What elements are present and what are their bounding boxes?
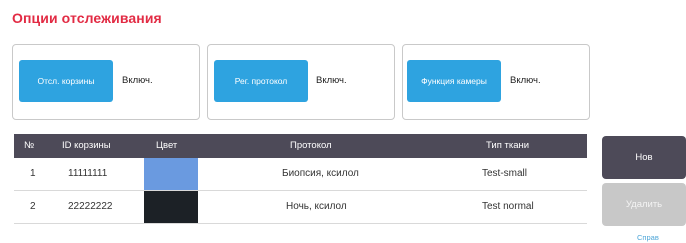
row-protocol: Биопсия, ксилол (282, 168, 359, 179)
delete-button[interactable]: Удалить (602, 183, 686, 226)
row-tissue-type: Test normal (482, 201, 534, 212)
header-tissue-type: Тип ткани (486, 140, 530, 151)
protocol-reg-button[interactable]: Рег. протокол (214, 60, 308, 102)
option-card-camera-function: Функция камеры Включ. (402, 44, 590, 120)
row-basket-id: 22222222 (68, 201, 113, 212)
row-color-swatch (144, 191, 198, 223)
help-link[interactable]: Справ (637, 233, 659, 242)
table-header: № ID корзины Цвет Протокол Тип ткани (14, 134, 587, 158)
camera-function-button[interactable]: Функция камеры (407, 60, 501, 102)
baskets-table: № ID корзины Цвет Протокол Тип ткани 1 1… (14, 134, 587, 224)
option-card-protocol-reg: Рег. протокол Включ. (207, 44, 395, 120)
new-button[interactable]: Нов (602, 136, 686, 179)
row-num: 1 (30, 168, 36, 179)
row-num: 2 (30, 201, 36, 212)
table-row[interactable]: 1 11111111 Биопсия, ксилол Test-small (14, 158, 587, 191)
header-num: № (24, 140, 35, 151)
basket-tracking-value: Включ. (122, 75, 153, 86)
row-color-swatch (144, 158, 198, 190)
protocol-reg-value: Включ. (316, 75, 347, 86)
row-protocol: Ночь, ксилол (286, 201, 347, 212)
header-color: Цвет (156, 140, 178, 151)
page-title: Опции отслеживания (12, 10, 162, 26)
header-basket-id: ID корзины (62, 140, 111, 151)
row-tissue-type: Test-small (482, 168, 528, 179)
header-protocol: Протокол (290, 140, 332, 151)
table-row[interactable]: 2 22222222 Ночь, ксилол Test normal (14, 191, 587, 224)
basket-tracking-button[interactable]: Отсл. корзины (19, 60, 113, 102)
camera-function-value: Включ. (510, 75, 541, 86)
option-card-basket-tracking: Отсл. корзины Включ. (12, 44, 200, 120)
row-basket-id: 11111111 (68, 168, 108, 179)
